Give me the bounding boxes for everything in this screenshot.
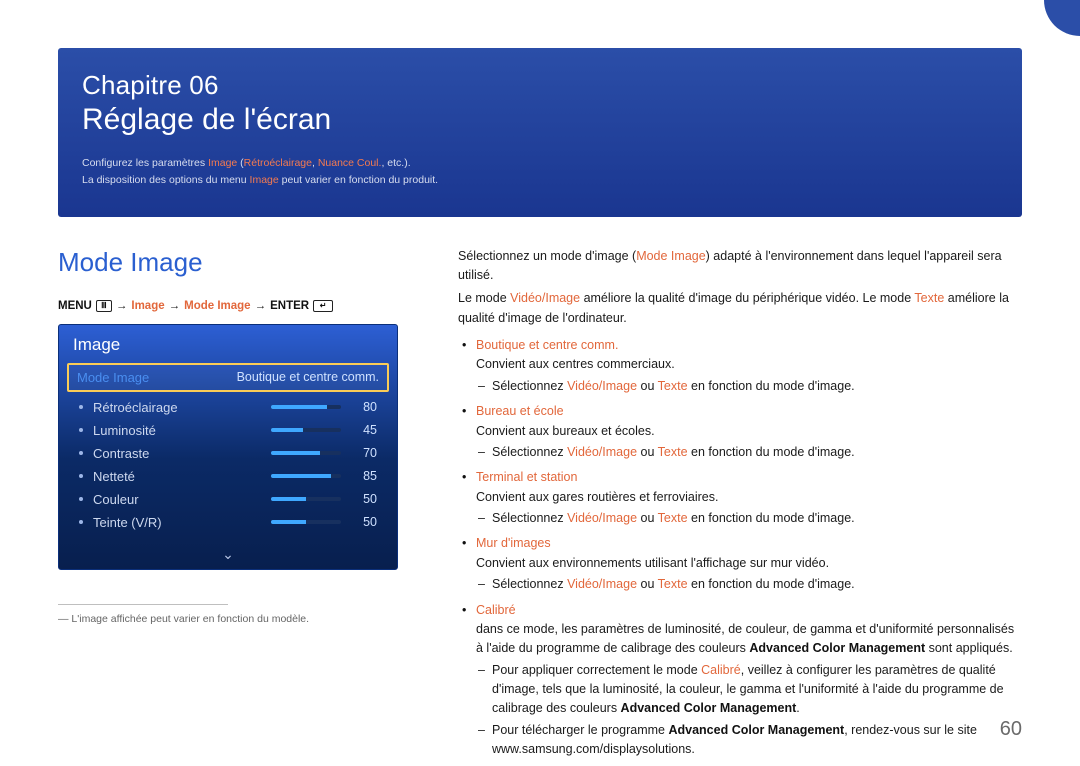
mode-desc: Convient aux bureaux et écoles.	[476, 422, 1022, 441]
bc-menu-label: MENU	[58, 300, 92, 312]
mode-item: Boutique et centre comm.Convient aux cen…	[458, 336, 1022, 396]
osd-slider-row[interactable]: Luminosité 45	[63, 419, 393, 442]
bc-mode-image: Mode Image	[184, 300, 250, 312]
slider-fill	[271, 497, 306, 501]
mode-desc: dans ce mode, les paramètres de luminosi…	[476, 620, 1022, 659]
menu-breadcrumb: MENU Ⅲ → Image → Mode Image → ENTER ↵	[58, 300, 398, 312]
mode-item: Bureau et écoleConvient aux bureaux et é…	[458, 402, 1022, 462]
chevron-down-icon[interactable]: ⌄	[59, 544, 397, 569]
osd-panel-title: Image	[59, 325, 397, 363]
chapter-number: Chapitre 06	[82, 70, 998, 101]
slider-name: Luminosité	[93, 423, 261, 438]
mode-subnote: Sélectionnez Vidéo/Image ou Texte en fon…	[476, 377, 1022, 396]
bullet-icon	[79, 405, 83, 409]
bc-image: Image	[131, 300, 164, 312]
mode-item-calibre: Calibrédans ce mode, les paramètres de l…	[458, 601, 1022, 760]
chapter-header: Chapitre 06 Réglage de l'écran Configure…	[58, 48, 1022, 217]
mode-subnote: Pour télécharger le programme Advanced C…	[476, 721, 1022, 760]
osd-row-value: Boutique et centre comm.	[237, 370, 379, 384]
mode-desc: Convient aux gares routières et ferrovia…	[476, 488, 1022, 507]
corner-decoration	[1044, 0, 1080, 36]
slider-value: 50	[351, 515, 377, 529]
menu-icon: Ⅲ	[96, 300, 112, 312]
mode-item: Terminal et stationConvient aux gares ro…	[458, 468, 1022, 528]
bullet-icon	[79, 520, 83, 524]
slider-value: 45	[351, 423, 377, 437]
bc-arrow: →	[255, 300, 267, 312]
slider-track[interactable]	[271, 428, 341, 432]
mode-head: Boutique et centre comm.	[476, 336, 1022, 355]
mode-desc: Convient aux environnements utilisant l'…	[476, 554, 1022, 573]
mode-head: Mur d'images	[476, 534, 1022, 553]
section-title: Mode Image	[58, 247, 398, 278]
mode-head: Terminal et station	[476, 468, 1022, 487]
slider-fill	[271, 520, 306, 524]
mode-subnote: Sélectionnez Vidéo/Image ou Texte en fon…	[476, 509, 1022, 528]
mode-subnote: Sélectionnez Vidéo/Image ou Texte en fon…	[476, 575, 1022, 594]
osd-slider-row[interactable]: Netteté 85	[63, 465, 393, 488]
slider-name: Contraste	[93, 446, 261, 461]
slider-name: Netteté	[93, 469, 261, 484]
slider-track[interactable]	[271, 405, 341, 409]
osd-slider-row[interactable]: Contraste 70	[63, 442, 393, 465]
page-number: 60	[1000, 718, 1022, 741]
slider-fill	[271, 405, 327, 409]
bullet-icon	[79, 497, 83, 501]
osd-row-mode-image[interactable]: Mode Image Boutique et centre comm.	[67, 363, 389, 392]
slider-name: Rétroéclairage	[93, 400, 261, 415]
slider-fill	[271, 474, 331, 478]
bullet-icon	[79, 428, 83, 432]
chapter-description: Configurez les paramètres Image (Rétroéc…	[82, 155, 998, 189]
osd-slider-row[interactable]: Rétroéclairage 80	[63, 396, 393, 419]
mode-subnote: Pour appliquer correctement le mode Cali…	[476, 661, 1022, 719]
enter-icon: ↵	[313, 300, 333, 312]
slider-track[interactable]	[271, 474, 341, 478]
footnote-separator	[58, 604, 228, 605]
slider-value: 70	[351, 446, 377, 460]
right-column: Sélectionnez un mode d'image (Mode Image…	[458, 247, 1022, 766]
slider-fill	[271, 428, 303, 432]
chapter-title: Réglage de l'écran	[82, 103, 998, 137]
osd-slider-row[interactable]: Teinte (V/R) 50	[63, 511, 393, 534]
osd-panel: Image Mode Image Boutique et centre comm…	[58, 324, 398, 570]
slider-fill	[271, 451, 320, 455]
mode-item: Mur d'imagesConvient aux environnements …	[458, 534, 1022, 594]
mode-desc: Convient aux centres commerciaux.	[476, 355, 1022, 374]
intro-paragraph-1: Sélectionnez un mode d'image (Mode Image…	[458, 247, 1022, 286]
footnote: ― L'image affichée peut varier en foncti…	[58, 613, 398, 625]
slider-value: 85	[351, 469, 377, 483]
bullet-icon	[79, 474, 83, 478]
slider-track[interactable]	[271, 497, 341, 501]
slider-value: 80	[351, 400, 377, 414]
slider-value: 50	[351, 492, 377, 506]
slider-track[interactable]	[271, 520, 341, 524]
slider-track[interactable]	[271, 451, 341, 455]
left-column: Mode Image MENU Ⅲ → Image → Mode Image →…	[58, 247, 398, 766]
bc-enter-label: ENTER	[270, 300, 309, 312]
intro-paragraph-2: Le mode Vidéo/Image améliore la qualité …	[458, 289, 1022, 328]
bc-arrow: →	[169, 300, 181, 312]
mode-head: Calibré	[476, 601, 1022, 620]
bullet-icon	[79, 451, 83, 455]
mode-subnote: Sélectionnez Vidéo/Image ou Texte en fon…	[476, 443, 1022, 462]
osd-slider-row[interactable]: Couleur 50	[63, 488, 393, 511]
slider-name: Couleur	[93, 492, 261, 507]
mode-head: Bureau et école	[476, 402, 1022, 421]
slider-name: Teinte (V/R)	[93, 515, 261, 530]
osd-row-label: Mode Image	[77, 370, 149, 385]
bc-arrow: →	[116, 300, 128, 312]
